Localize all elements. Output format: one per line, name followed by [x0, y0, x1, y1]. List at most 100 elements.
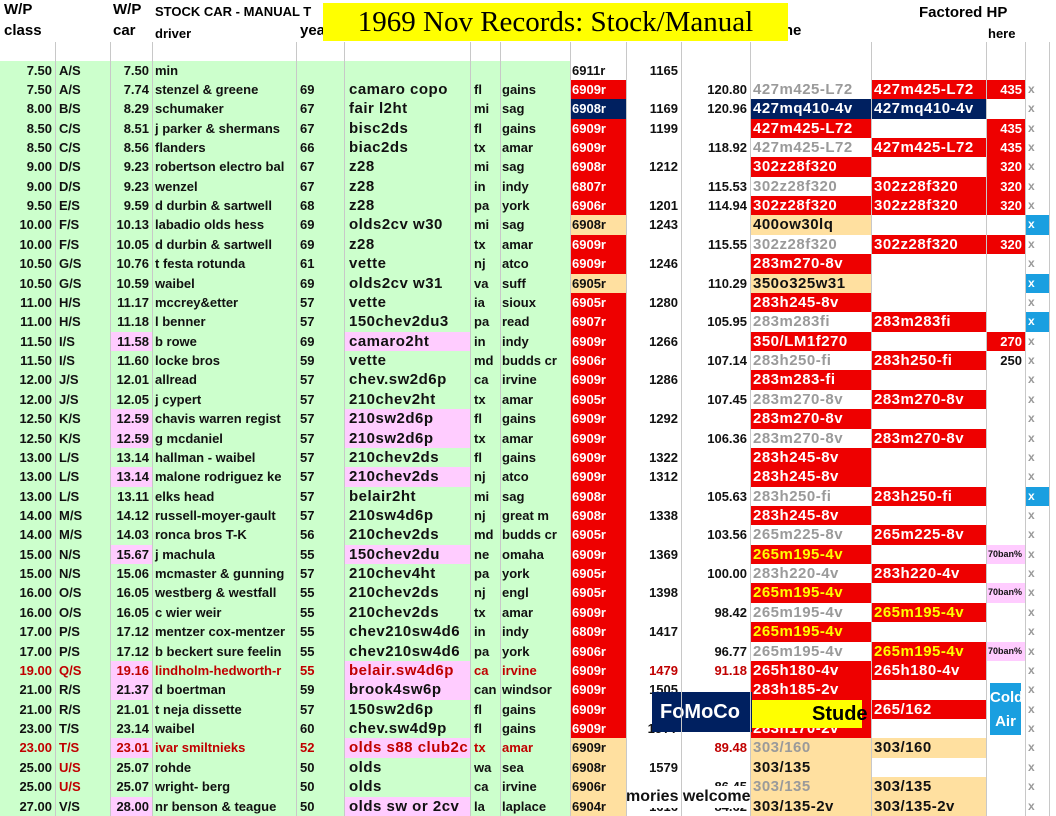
cell-cls: U/S [55, 777, 110, 797]
cell-car: chev210sw4d6 [344, 622, 470, 642]
cell-yr: 57 [296, 370, 344, 390]
cell-et: 1322 [626, 447, 681, 468]
cell-e1: 283m283-fi [750, 370, 871, 390]
cell-yr: 57 [296, 292, 344, 313]
cell-date: 6908r [570, 157, 626, 177]
cell-hp [986, 60, 1025, 80]
cell-drv: waibel [152, 719, 296, 739]
cell-e1: 303/135-2v [750, 796, 871, 816]
cell-loc: suff [500, 273, 570, 293]
cell-e1: 427m425-L72 [750, 137, 871, 158]
cell-e1: 283m283fi [750, 312, 871, 332]
cell-e2: 283m270-8v [871, 428, 986, 448]
cell-yr: 57 [296, 312, 344, 332]
cell-hp [986, 525, 1025, 545]
cell-date: 6909r [570, 719, 626, 739]
cell-cls: N/S [55, 564, 110, 584]
cell-loc: amar [500, 428, 570, 448]
cell-et: 1312 [626, 467, 681, 487]
cell-x: x [1025, 157, 1049, 177]
cell-mph: 118.92 [681, 137, 750, 158]
cell-wpc: 11.18 [110, 312, 152, 332]
cell-wpc: 8.56 [110, 137, 152, 158]
cell-st: tx [470, 389, 500, 410]
grid-line [152, 42, 153, 816]
cell-e2: 303/135-2v [871, 796, 986, 816]
cell-car: z28 [344, 234, 470, 255]
cell-mph: 89.48 [681, 738, 750, 758]
cell-wp: 9.50 [0, 196, 55, 216]
cell-st: mi [470, 157, 500, 177]
cell-yr: 69 [296, 234, 344, 255]
cell-e1: 350/LM1f270 [750, 331, 871, 352]
cell-x: x [1025, 680, 1049, 700]
cell-mph: 100.00 [681, 564, 750, 584]
cell-drv: j cypert [152, 389, 296, 410]
table-row: 25.00 U/S 25.07 wright- berg 50 olds ca irvine 6… [0, 777, 1056, 797]
cell-car: 210sw2d6p [344, 428, 470, 448]
cell-wp: 23.00 [0, 738, 55, 758]
cell-wp: 17.00 [0, 641, 55, 661]
cell-et: 1398 [626, 583, 681, 603]
table-row: 13.00 L/S 13.14 hallman - waibel 57 210chev2d… [0, 447, 1056, 468]
cell-e1: 283h250-fi [750, 351, 871, 371]
cell-cls: H/S [55, 292, 110, 313]
cell-wpc: 13.14 [110, 467, 152, 487]
cell-loc: budds cr [500, 525, 570, 545]
cell-x: x [1025, 196, 1049, 216]
cell-st: wa [470, 757, 500, 778]
cell-wp: 11.00 [0, 312, 55, 332]
cell-loc: budds cr [500, 351, 570, 371]
cell-yr: 68 [296, 196, 344, 216]
table-row: 10.50 G/S 10.59 waibel 69 olds2cv w31 va suff 69… [0, 273, 1056, 293]
cell-x: x [1025, 660, 1049, 681]
cell-wpc: 21.37 [110, 680, 152, 700]
cell-e2: 283m270-8v [871, 389, 986, 410]
cell-e2 [871, 215, 986, 235]
cell-date: 6906r [570, 351, 626, 371]
cell-h: 250 [986, 351, 1025, 371]
cell-wpc: 23.01 [110, 738, 152, 758]
cell-wpc: 10.13 [110, 215, 152, 235]
cell-e2 [871, 331, 986, 352]
cell-wp: 8.00 [0, 99, 55, 119]
cell-e2: 265m225-8v [871, 525, 986, 545]
cell-car: 210chev2ds [344, 525, 470, 545]
cell-wp: 16.00 [0, 583, 55, 603]
cell-hp [986, 738, 1025, 758]
cell-wpc: 21.01 [110, 699, 152, 720]
cell-e1 [750, 60, 871, 80]
table-row: 12.50 K/S 12.59 g mcdaniel 57 210sw2d6p tx amar… [0, 428, 1056, 448]
cell-loc: indy [500, 622, 570, 642]
cell-x: x [1025, 312, 1049, 332]
cell-mph [681, 254, 750, 274]
cell-e1: 283h220-4v [750, 564, 871, 584]
cell-et [626, 137, 681, 158]
cell-e2 [871, 680, 986, 700]
cell-drv: robertson electro bal [152, 157, 296, 177]
cell-e2: 427m425-L72 [871, 79, 986, 100]
cell-e1: 283h245-8v [750, 292, 871, 313]
cell-yr: 67 [296, 176, 344, 197]
cell-car: olds2cv w30 [344, 215, 470, 235]
cell-mph [681, 583, 750, 603]
cell-st: md [470, 525, 500, 545]
cell-cls: E/S [55, 196, 110, 216]
cell-st: pa [470, 196, 500, 216]
cell-wp: 10.50 [0, 254, 55, 274]
cell-yr: 55 [296, 602, 344, 623]
cell-mph [681, 467, 750, 487]
cell-et [626, 312, 681, 332]
cell-cls: T/S [55, 719, 110, 739]
cell-wpc: 19.16 [110, 660, 152, 681]
cell-x: x [1025, 331, 1049, 352]
cell-mph: 105.63 [681, 486, 750, 506]
cell-et: 1369 [626, 544, 681, 565]
grid-line [986, 42, 987, 816]
cell-wp: 12.00 [0, 370, 55, 390]
cell-st: ia [470, 292, 500, 313]
cell-mph [681, 370, 750, 390]
cell-st: tx [470, 234, 500, 255]
cell-car: olds s88 club2c [344, 738, 470, 758]
header-wp-car: W/P [113, 1, 142, 18]
